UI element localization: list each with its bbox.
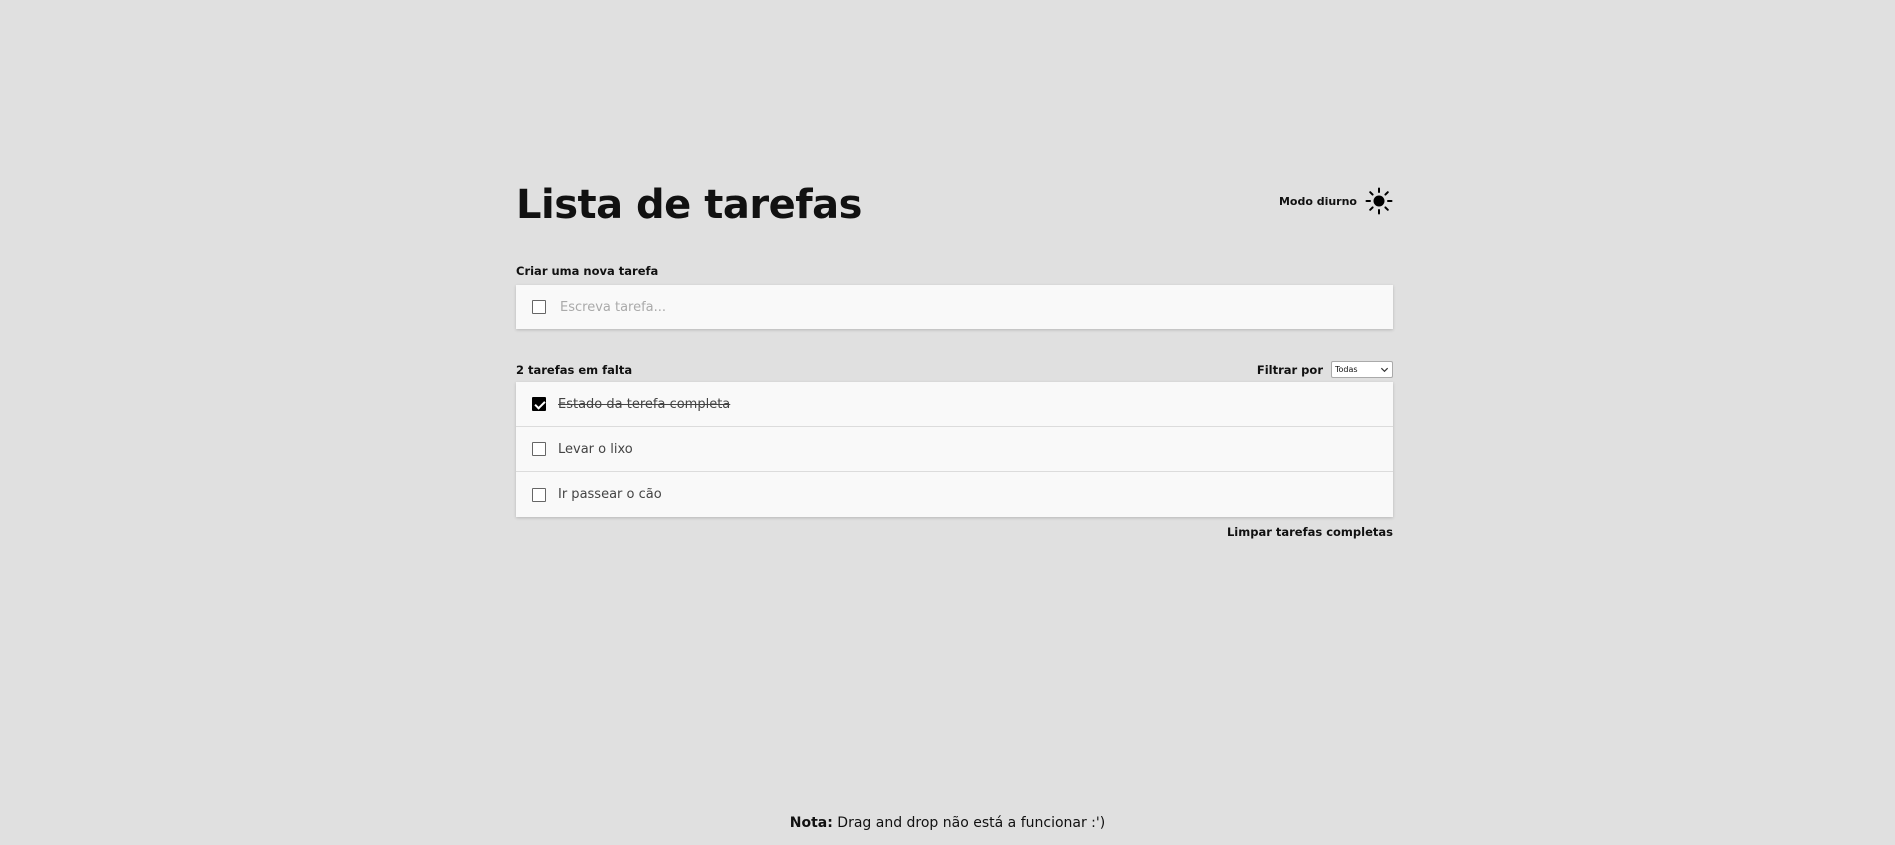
- new-task-checkbox[interactable]: [532, 300, 546, 314]
- clear-completed-button[interactable]: Limpar tarefas completas: [516, 525, 1393, 539]
- filter-select[interactable]: Todas: [1331, 361, 1393, 378]
- footer-note-label: Nota:: [789, 815, 833, 831]
- task-item[interactable]: Estado da terefa completa: [516, 382, 1393, 427]
- sun-icon: [1365, 187, 1393, 215]
- task-list: Estado da terefa completa Levar o lixo I…: [516, 382, 1393, 517]
- task-item[interactable]: Levar o lixo: [516, 427, 1393, 472]
- remaining-count: 2 tarefas em falta: [516, 363, 633, 377]
- task-checkbox[interactable]: [532, 397, 546, 411]
- task-checkbox[interactable]: [532, 487, 546, 502]
- task-label: Levar o lixo: [558, 441, 633, 457]
- footer-note-text: Drag and drop não está a funcionar :'): [832, 815, 1106, 831]
- page-title: Lista de tarefas: [516, 182, 862, 228]
- footer-note: Nota: Drag and drop não está a funcionar…: [0, 815, 1895, 831]
- theme-toggle-button[interactable]: Modo diurno: [1279, 187, 1393, 215]
- header: Lista de tarefas Modo diurno: [516, 180, 1393, 235]
- chevron-down-icon: [1380, 367, 1389, 373]
- task-checkbox[interactable]: [532, 442, 546, 456]
- task-label: Ir passear o cão: [558, 487, 662, 502]
- filter: Filtrar por Todas: [1257, 361, 1393, 378]
- task-label: Estado da terefa completa: [558, 396, 731, 412]
- list-header: 2 tarefas em falta Filtrar por Todas: [516, 361, 1393, 379]
- new-task-input[interactable]: [558, 298, 1362, 316]
- new-task-bar: [516, 285, 1393, 329]
- todo-app: Lista de tarefas Modo diurno Criar uma n…: [516, 180, 1393, 539]
- new-task-section-label: Criar uma nova tarefa: [516, 264, 659, 278]
- task-item[interactable]: Ir passear o cão: [516, 472, 1393, 517]
- filter-selected-value: Todas: [1335, 365, 1358, 374]
- theme-toggle-label: Modo diurno: [1278, 194, 1357, 208]
- filter-label: Filtrar por: [1256, 362, 1323, 377]
